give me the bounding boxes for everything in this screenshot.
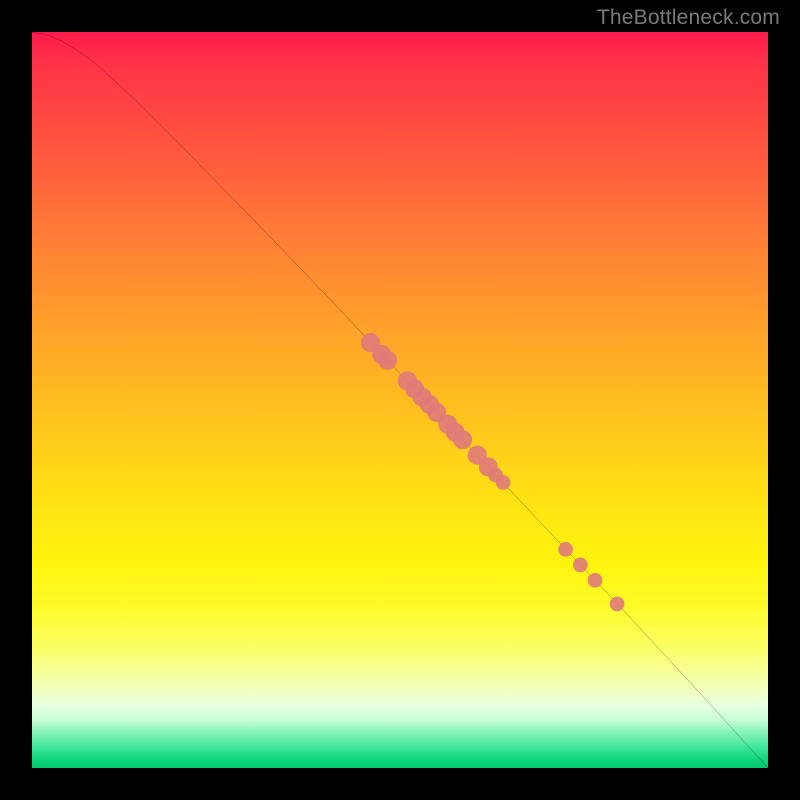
highlight-point <box>588 573 603 588</box>
watermark-label: TheBottleneck.com <box>597 6 780 30</box>
chart-frame: TheBottleneck.com <box>0 0 800 800</box>
plot-area <box>32 32 768 768</box>
highlight-points-group <box>361 333 624 611</box>
chart-overlay-svg <box>32 32 768 768</box>
highlight-point <box>558 542 573 557</box>
highlight-point <box>496 475 511 490</box>
highlight-point <box>453 430 472 449</box>
bottleneck-curve <box>32 32 768 768</box>
highlight-point <box>610 597 625 612</box>
highlight-point <box>573 558 588 573</box>
highlight-point <box>378 351 397 370</box>
